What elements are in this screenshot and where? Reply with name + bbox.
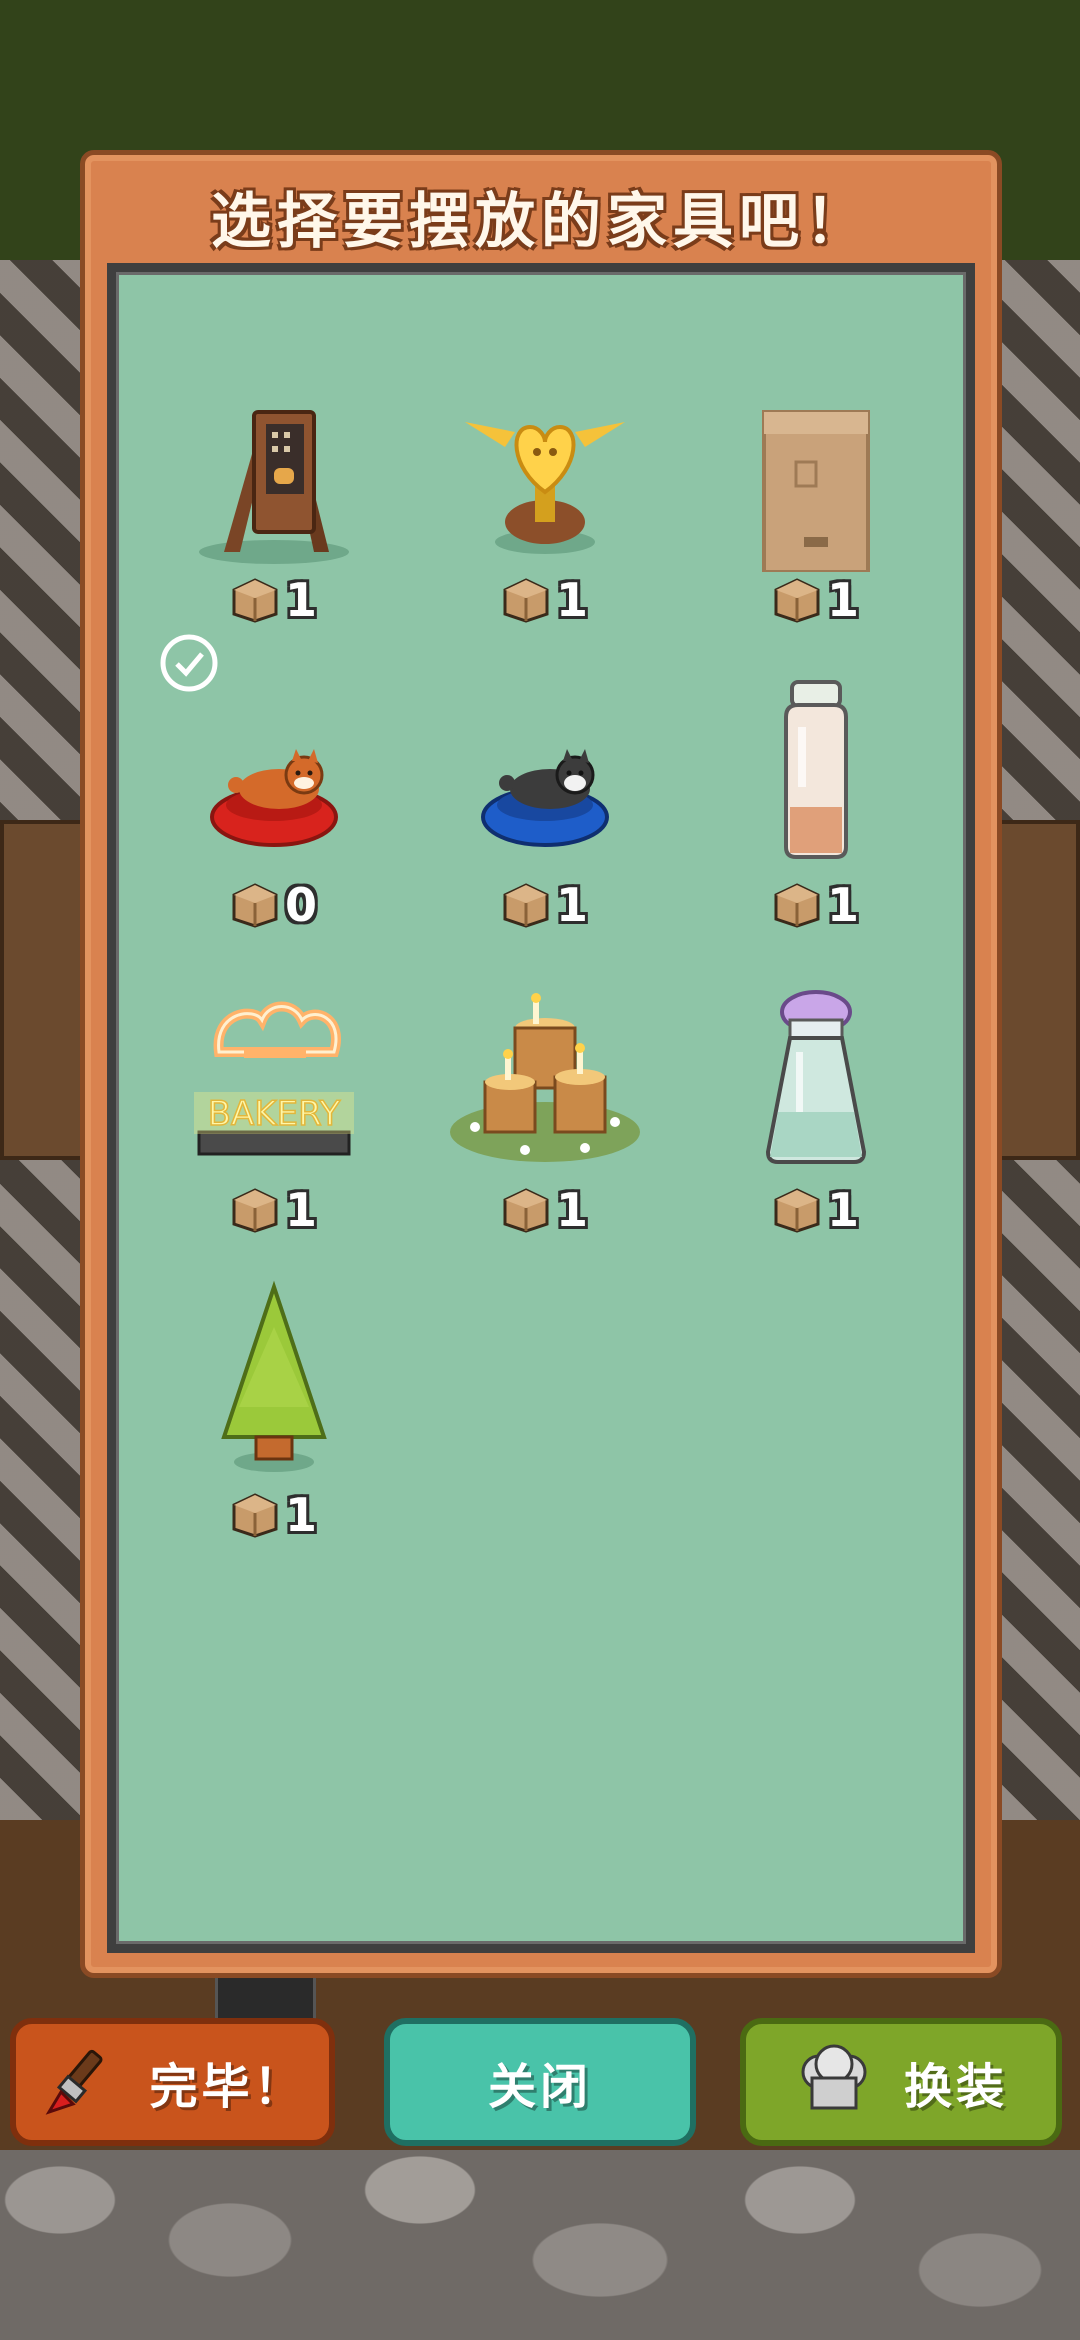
furniture-item[interactable]: 1 xyxy=(415,352,675,652)
furniture-item[interactable]: 0 xyxy=(144,657,404,957)
item-count: 1 xyxy=(555,1183,588,1237)
candle-stumps-icon xyxy=(450,993,640,1162)
glass-jar-icon xyxy=(765,990,867,1164)
bakery-neon-sign-icon: BAKERY xyxy=(194,1001,354,1156)
item-count: 1 xyxy=(826,878,859,932)
background-mat xyxy=(215,1975,316,2021)
furniture-grid: 1 1 1 0 1 1 BAKERY 1 1 1 1 xyxy=(107,263,975,1953)
done-button[interactable]: 完毕！ xyxy=(10,2018,335,2146)
chef-hat-icon xyxy=(801,2044,867,2110)
furniture-item[interactable]: 1 xyxy=(144,1267,404,1567)
box-icon xyxy=(774,1188,820,1233)
golden-heart-trophy-icon xyxy=(465,422,625,554)
husky-dog-bed-icon xyxy=(481,749,609,847)
item-count: 1 xyxy=(555,878,588,932)
furniture-item[interactable]: BAKERY 1 xyxy=(144,962,404,1262)
dialog-title: 选择要摆放的家具吧！ xyxy=(211,187,871,257)
close-button[interactable]: 关闭 xyxy=(384,2018,696,2146)
item-count: 1 xyxy=(284,1488,317,1542)
furniture-item[interactable]: 1 xyxy=(415,962,675,1262)
item-count: 1 xyxy=(555,573,588,627)
outfit-button[interactable]: 换装 xyxy=(740,2018,1062,2146)
box-icon xyxy=(232,578,278,623)
cardboard-box-icon xyxy=(762,410,870,572)
paintbrush-icon xyxy=(46,2049,103,2115)
furniture-item[interactable]: 1 xyxy=(144,352,404,652)
done-label: 完毕！ xyxy=(149,2059,306,2115)
box-icon xyxy=(503,883,549,928)
item-count: 1 xyxy=(284,573,317,627)
easel-sign-icon xyxy=(199,410,349,564)
background-shelf-right xyxy=(995,820,1080,1160)
background-stone-path xyxy=(0,2150,1080,2340)
furniture-item[interactable]: 1 xyxy=(686,352,946,652)
box-icon xyxy=(232,1188,278,1233)
box-icon xyxy=(503,1188,549,1233)
outfit-label: 换装 xyxy=(903,2059,1008,2115)
furniture-select-dialog: 选择要摆放的家具吧！ 1 1 1 0 1 1 BAKERY 1 1 1 1 xyxy=(80,150,1002,1978)
item-count: 0 xyxy=(284,878,317,932)
box-icon xyxy=(774,883,820,928)
box-icon xyxy=(232,883,278,928)
furniture-item[interactable]: 1 xyxy=(415,657,675,957)
furniture-item[interactable]: 1 xyxy=(686,657,946,957)
box-icon xyxy=(232,1493,278,1538)
shiba-dog-bed-icon xyxy=(210,749,338,847)
pine-tree-icon xyxy=(221,1280,327,1472)
furniture-item[interactable]: 1 xyxy=(686,962,946,1262)
box-icon xyxy=(503,578,549,623)
close-label: 关闭 xyxy=(487,2059,592,2115)
milk-bottle-icon xyxy=(784,680,848,859)
item-count: 1 xyxy=(826,1183,859,1237)
background-shelf-left xyxy=(0,820,85,1160)
box-icon xyxy=(774,578,820,623)
bakery-sign-text: BAKERY xyxy=(208,1094,341,1134)
item-count: 1 xyxy=(284,1183,317,1237)
item-count: 1 xyxy=(826,573,859,627)
